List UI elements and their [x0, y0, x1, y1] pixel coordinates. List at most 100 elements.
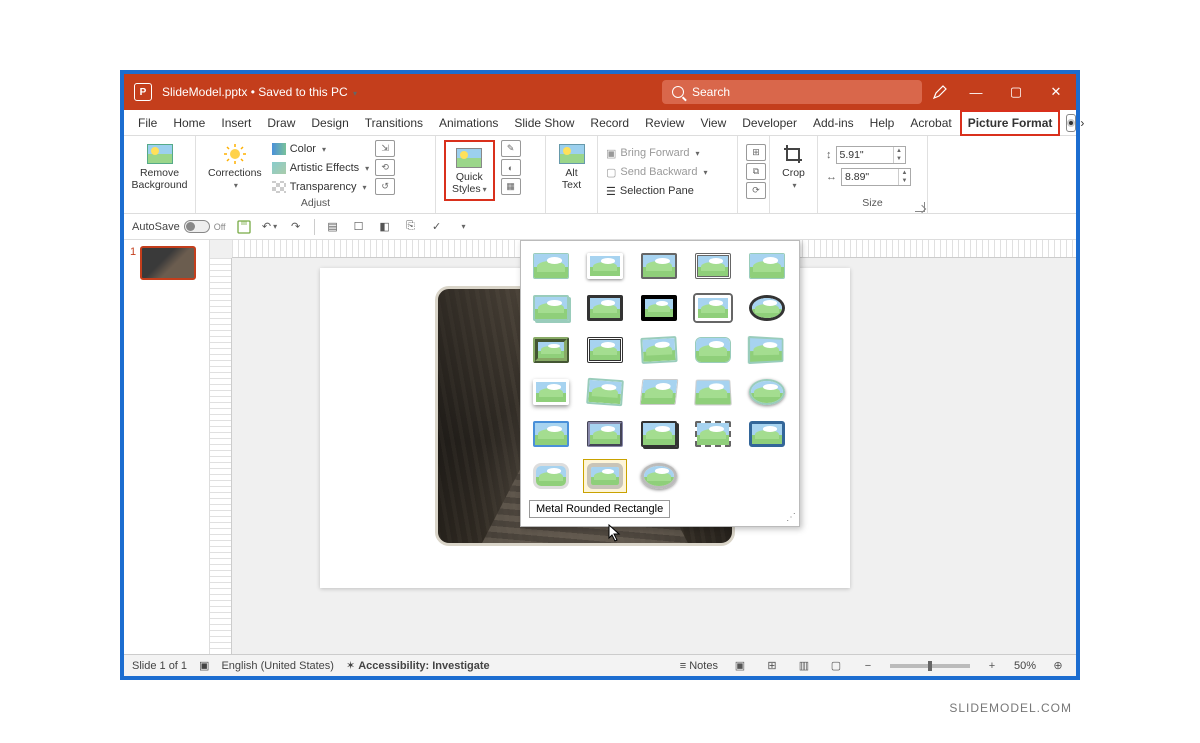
save-button[interactable] — [236, 219, 252, 235]
picture-style-option[interactable] — [745, 417, 789, 451]
tab-animations[interactable]: Animations — [431, 110, 506, 136]
reset-picture-button[interactable]: ↺ — [375, 178, 395, 195]
camera-button[interactable] — [1066, 114, 1076, 132]
qat-button-4[interactable]: ⎘ — [403, 219, 419, 235]
picture-style-option[interactable] — [691, 249, 735, 283]
height-spinner[interactable]: 5.91"▲▼ — [836, 146, 906, 164]
picture-style-option[interactable] — [529, 459, 573, 493]
accessibility-check[interactable]: ✶ Accessibility: Investigate — [346, 659, 490, 672]
picture-style-option[interactable] — [529, 333, 573, 367]
spinner-up-icon[interactable]: ▲ — [899, 169, 910, 177]
bring-forward-button[interactable]: ▣Bring Forward▾ — [606, 144, 729, 162]
corrections-button[interactable]: Corrections▾ — [204, 140, 266, 193]
picture-style-option[interactable] — [637, 459, 681, 493]
tab-record[interactable]: Record — [582, 110, 637, 136]
picture-style-option[interactable] — [745, 375, 789, 409]
zoom-level[interactable]: 50% — [1014, 660, 1036, 672]
picture-style-option[interactable] — [583, 291, 627, 325]
zoom-slider[interactable] — [890, 664, 970, 668]
zoom-out-button[interactable]: − — [858, 658, 878, 674]
resize-grip-icon[interactable]: ⋰ — [786, 512, 796, 523]
rotate-button[interactable]: ⟳ — [746, 182, 766, 199]
redo-button[interactable]: ↷ — [288, 219, 304, 235]
crop-button[interactable]: Crop▾ — [778, 140, 809, 193]
tab-add-ins[interactable]: Add-ins — [805, 110, 862, 136]
change-picture-button[interactable]: ⟲ — [375, 159, 395, 176]
size-dialog-launcher[interactable] — [915, 202, 925, 212]
tab-home[interactable]: Home — [165, 110, 213, 136]
tab-transitions[interactable]: Transitions — [357, 110, 431, 136]
picture-style-option[interactable] — [637, 291, 681, 325]
tab-draw[interactable]: Draw — [259, 110, 303, 136]
zoom-in-button[interactable]: + — [982, 658, 1002, 674]
fit-to-window-button[interactable]: ⊕ — [1048, 658, 1068, 674]
remove-background-button[interactable]: Remove Background — [132, 140, 187, 193]
undo-button[interactable]: ↶▾ — [262, 219, 278, 235]
picture-style-option[interactable] — [583, 417, 627, 451]
tab-file[interactable]: File — [130, 110, 165, 136]
pen-mode-icon[interactable] — [932, 84, 948, 100]
search-box[interactable]: Search — [662, 80, 922, 104]
picture-style-option[interactable] — [691, 375, 735, 409]
picture-style-option[interactable] — [529, 375, 573, 409]
picture-style-option[interactable] — [583, 333, 627, 367]
chevron-down-icon[interactable]: ▾ — [353, 89, 357, 98]
picture-style-option[interactable] — [529, 417, 573, 451]
picture-border-button[interactable]: ✎ — [501, 140, 521, 157]
tab-picture-format[interactable]: Picture Format — [960, 110, 1061, 136]
minimize-button[interactable]: — — [956, 74, 996, 110]
picture-style-option[interactable] — [529, 291, 573, 325]
slide-thumbnail-1[interactable]: 1 — [130, 246, 203, 280]
tab-design[interactable]: Design — [303, 110, 356, 136]
slide-thumbnail-pane[interactable]: 1 — [124, 240, 210, 654]
picture-style-option[interactable] — [691, 417, 735, 451]
language-indicator[interactable]: English (United States) — [221, 660, 334, 672]
picture-style-option[interactable] — [691, 291, 735, 325]
spellcheck-icon[interactable]: ▣ — [199, 659, 209, 672]
color-button[interactable]: Color▾ — [272, 140, 370, 158]
picture-style-option[interactable] — [637, 333, 681, 367]
picture-style-option[interactable] — [745, 291, 789, 325]
picture-style-option[interactable] — [691, 333, 735, 367]
tab-slide-show[interactable]: Slide Show — [506, 110, 582, 136]
picture-style-option[interactable] — [637, 375, 681, 409]
artistic-effects-button[interactable]: Artistic Effects▾ — [272, 159, 370, 177]
qat-button-1[interactable]: ▤ — [325, 219, 341, 235]
picture-style-option[interactable] — [637, 417, 681, 451]
slideshow-view-button[interactable]: ▢ — [826, 658, 846, 674]
spinner-down-icon[interactable]: ▼ — [894, 155, 905, 163]
send-backward-button[interactable]: ▢Send Backward▾ — [606, 163, 729, 181]
qat-button-5[interactable]: ✓ — [429, 219, 445, 235]
compress-pictures-button[interactable]: ⇲ — [375, 140, 395, 157]
picture-styles-gallery[interactable]: Metal Rounded Rectangle ⋰ — [520, 240, 800, 527]
qat-button-2[interactable]: ☐ — [351, 219, 367, 235]
tab-view[interactable]: View — [692, 110, 734, 136]
close-button[interactable]: ✕ — [1036, 74, 1076, 110]
picture-style-option[interactable] — [745, 249, 789, 283]
picture-style-option[interactable] — [583, 375, 627, 409]
picture-style-option[interactable] — [583, 249, 627, 283]
transparency-button[interactable]: Transparency▾ — [272, 178, 370, 196]
maximize-button[interactable]: ▢ — [996, 74, 1036, 110]
tab-developer[interactable]: Developer — [734, 110, 805, 136]
reading-view-button[interactable]: ▥ — [794, 658, 814, 674]
document-title[interactable]: SlideModel.pptx • Saved to this PC ▾ — [162, 85, 357, 99]
group-button[interactable]: ⧉ — [746, 163, 766, 180]
tab-insert[interactable]: Insert — [213, 110, 259, 136]
notes-button[interactable]: ≡ Notes — [680, 660, 718, 672]
tab-review[interactable]: Review — [637, 110, 692, 136]
selection-pane-button[interactable]: ☰Selection Pane — [606, 182, 729, 200]
qat-button-3[interactable]: ◧ — [377, 219, 393, 235]
tab-acrobat[interactable]: Acrobat — [902, 110, 959, 136]
autosave-toggle[interactable]: AutoSave Off — [132, 220, 226, 233]
qat-overflow-button[interactable]: ▾ — [455, 219, 471, 235]
spinner-up-icon[interactable]: ▲ — [894, 147, 905, 155]
tab-help[interactable]: Help — [862, 110, 903, 136]
align-button[interactable]: ⊞ — [746, 144, 766, 161]
slide-sorter-button[interactable]: ⊞ — [762, 658, 782, 674]
normal-view-button[interactable]: ▣ — [730, 658, 750, 674]
picture-effects-button[interactable]: ◐ — [501, 159, 521, 176]
picture-style-option[interactable] — [583, 459, 627, 493]
alt-text-button[interactable]: Alt Text — [554, 140, 589, 193]
width-spinner[interactable]: 8.89"▲▼ — [841, 168, 911, 186]
